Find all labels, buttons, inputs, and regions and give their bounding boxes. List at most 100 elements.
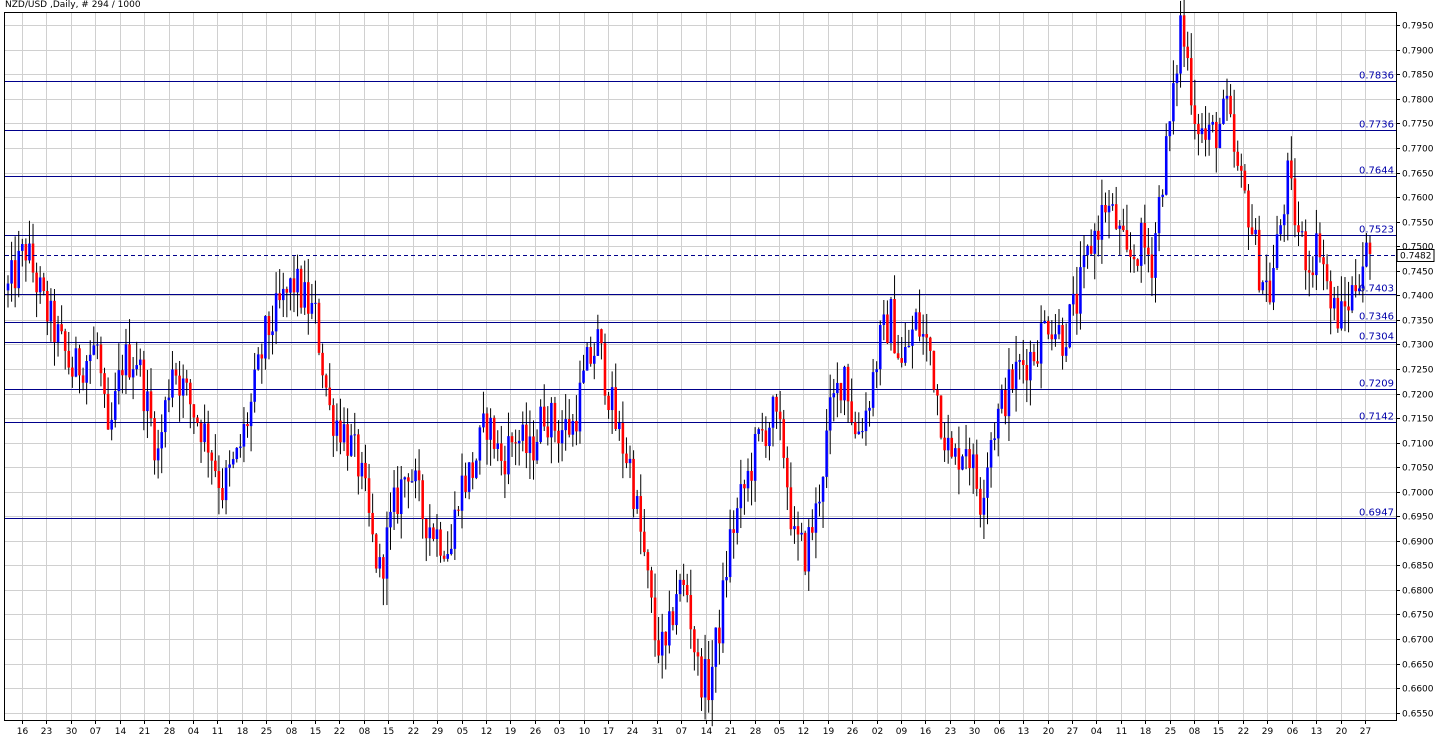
candle: [1082, 235, 1086, 289]
candle-body: [367, 478, 371, 513]
candle: [321, 343, 324, 389]
candle-body: [600, 329, 603, 344]
candle: [53, 289, 56, 366]
candle: [911, 315, 914, 369]
candle: [156, 429, 160, 479]
candle-body: [385, 527, 389, 579]
candle-body: [1186, 46, 1189, 59]
candle-body: [675, 594, 678, 626]
candle: [203, 404, 206, 452]
candle: [728, 509, 732, 583]
x-tick-label: 28: [750, 727, 762, 737]
candle: [1100, 179, 1104, 264]
candle: [1075, 266, 1079, 335]
candle: [106, 377, 110, 430]
candle-body: [1172, 83, 1175, 122]
candle: [492, 415, 496, 459]
y-tick-label: 0.6600: [1402, 685, 1434, 695]
candle: [496, 430, 500, 462]
candle: [878, 320, 882, 386]
candle: [1093, 223, 1097, 280]
candle: [382, 554, 385, 606]
candle: [449, 524, 453, 556]
candle-body: [757, 429, 760, 435]
candle: [24, 238, 28, 282]
candle: [507, 412, 510, 485]
candle-body: [607, 395, 610, 411]
candle: [1307, 250, 1311, 297]
candle-body: [689, 595, 693, 630]
candle: [821, 476, 825, 528]
candle: [961, 454, 964, 471]
x-tick-label: 13: [1018, 727, 1029, 737]
candle: [1050, 320, 1054, 351]
candle-body: [349, 435, 353, 456]
candle: [1247, 184, 1250, 250]
candle: [196, 414, 199, 427]
x-tick-label: 12: [481, 727, 492, 737]
candle: [721, 562, 725, 653]
candle: [1118, 220, 1122, 255]
candle-body: [289, 278, 292, 293]
candle: [1222, 89, 1225, 125]
candle-body: [1107, 205, 1111, 213]
candle-body: [818, 501, 821, 504]
candle: [1286, 152, 1290, 241]
candle: [517, 429, 521, 466]
y-tick-label: 0.7200: [1402, 391, 1434, 401]
candle-body: [975, 454, 979, 489]
candle: [149, 368, 153, 427]
candle-body: [1054, 334, 1057, 340]
candle-body: [657, 640, 660, 656]
candle-body: [360, 462, 364, 477]
candle: [1368, 235, 1372, 280]
candle: [214, 434, 217, 478]
candle: [360, 451, 364, 490]
candle: [228, 450, 231, 487]
candlestick-chart[interactable]: 0.6550 0.6600 0.6650 0.6700 0.6750 0.6800 0.68…: [0, 0, 1440, 746]
candle-body: [442, 555, 446, 559]
x-tick-label: 27: [1360, 727, 1371, 737]
candle: [989, 432, 993, 488]
candle-body: [900, 358, 903, 363]
candle-body: [936, 389, 939, 396]
y-tick-label: 0.7100: [1402, 440, 1434, 450]
candle: [1200, 113, 1204, 144]
candles-layer: [6, 0, 1372, 727]
candle-body: [1232, 114, 1236, 152]
candle-body: [1125, 230, 1129, 250]
candle: [510, 432, 514, 457]
candle: [1018, 353, 1021, 380]
y-tick-label: 0.7350: [1402, 317, 1434, 327]
candle-body: [224, 467, 228, 501]
candle: [607, 391, 610, 419]
candle-body: [989, 440, 993, 468]
candle-body: [857, 431, 861, 435]
candle: [489, 408, 492, 466]
candle-body: [596, 329, 600, 356]
candle-body: [771, 396, 775, 428]
candle: [285, 286, 289, 318]
candle-body: [1322, 257, 1325, 265]
candle-body: [614, 387, 618, 430]
candle-body: [1147, 247, 1150, 255]
candle-body: [88, 354, 92, 362]
candle-body: [918, 312, 921, 337]
candle: [446, 531, 449, 562]
candle-body: [21, 244, 24, 251]
candle: [843, 365, 846, 416]
candle: [235, 447, 239, 463]
candle: [743, 479, 746, 515]
x-tick-label: 06: [1287, 727, 1299, 737]
candle: [818, 484, 821, 517]
candle-body: [811, 527, 814, 533]
candle-body: [471, 462, 475, 478]
candle-body: [246, 424, 249, 427]
candle-body: [764, 430, 768, 447]
candle: [750, 452, 753, 506]
candle-body: [449, 548, 453, 555]
x-tick-label: 14: [115, 727, 127, 737]
candle-body: [403, 477, 407, 480]
candle: [825, 409, 828, 489]
candle: [221, 468, 224, 509]
